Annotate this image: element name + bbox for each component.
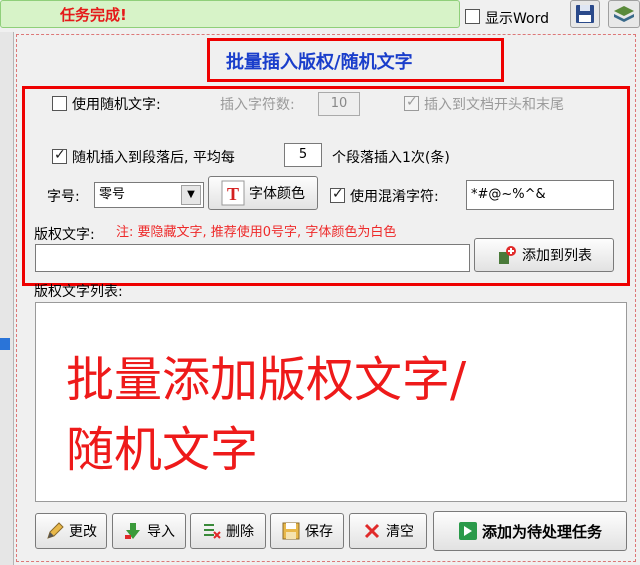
font-size-value: 零号 <box>99 187 126 202</box>
layers-toolbar-button[interactable] <box>608 0 640 28</box>
insert-char-count-input[interactable]: 10 <box>318 92 360 116</box>
left-side-panel <box>0 32 14 565</box>
use-obfuscate-checkbox[interactable] <box>330 186 345 203</box>
close-icon <box>364 523 380 539</box>
import-label: 导入 <box>147 524 175 540</box>
add-icon <box>499 246 516 264</box>
overlay-caption-line2: 随机文字 <box>66 422 259 478</box>
import-icon <box>125 523 140 539</box>
add-to-list-label: 添加到列表 <box>522 248 592 264</box>
save-toolbar-button[interactable] <box>570 0 600 28</box>
show-word-checkbox[interactable] <box>465 9 480 24</box>
copyright-note: 注: 要隐藏文字, 推荐使用0号字, 字体颜色为白色 <box>116 225 397 240</box>
add-task-label: 添加为待处理任务 <box>481 522 602 541</box>
layers-icon <box>614 6 634 22</box>
add-to-list-button[interactable]: 添加到列表 <box>474 238 614 272</box>
modify-label: 更改 <box>69 524 97 540</box>
chevron-down-icon[interactable]: ▼ <box>181 185 201 205</box>
arrow-right-icon <box>458 522 477 540</box>
font-size-label: 字号: <box>47 189 80 205</box>
use-obfuscate-label: 使用混淆字符: <box>350 189 439 205</box>
floppy-disk-icon <box>576 5 594 23</box>
copyright-text-input[interactable] <box>35 244 470 272</box>
overlay-caption-line1: 批量添加版权文字/ <box>66 352 467 408</box>
save-button[interactable]: 保存 <box>270 513 344 549</box>
random-after-paragraph-label: 随机插入到段落后, 平均每 <box>72 150 235 166</box>
insert-head-tail-label: 插入到文档开头和末尾 <box>424 97 564 113</box>
save-label: 保存 <box>305 524 333 540</box>
paragraph-interval-suffix: 个段落插入1次(条) <box>332 150 450 166</box>
clear-button[interactable]: 清空 <box>349 513 427 549</box>
delete-list-icon <box>204 524 221 539</box>
use-random-text-label: 使用随机文字: <box>72 97 161 113</box>
font-color-button[interactable]: T 字体颜色 <box>208 176 318 210</box>
font-color-icon: T <box>221 180 245 206</box>
delete-button[interactable]: 删除 <box>190 513 266 549</box>
obfuscate-input[interactable]: *#@~%^& <box>466 180 614 210</box>
show-word-label: 显示Word <box>485 11 549 27</box>
import-button[interactable]: 导入 <box>112 513 186 549</box>
delete-label: 删除 <box>226 524 254 540</box>
clear-label: 清空 <box>386 524 414 540</box>
svg-text:T: T <box>227 184 239 204</box>
use-random-text-checkbox[interactable] <box>52 96 67 111</box>
left-selection-marker <box>0 338 10 350</box>
font-color-label: 字体颜色 <box>249 186 305 202</box>
status-text: 任务完成! <box>60 6 127 24</box>
pencil-icon <box>47 522 64 539</box>
paragraph-interval-input[interactable]: 5 <box>284 143 322 167</box>
random-after-paragraph-checkbox[interactable] <box>52 147 67 164</box>
add-task-button[interactable]: 添加为待处理任务 <box>433 511 627 551</box>
save-icon <box>282 522 300 540</box>
insert-char-count-label: 插入字符数: <box>220 97 295 113</box>
copyright-list-label: 版权文字列表: <box>34 284 123 300</box>
panel-title: 批量插入版权/随机文字 <box>226 52 413 73</box>
insert-head-tail-checkbox[interactable] <box>404 94 419 111</box>
font-size-select[interactable]: 零号 ▼ <box>94 182 204 208</box>
copyright-label: 版权文字: <box>34 227 95 243</box>
modify-button[interactable]: 更改 <box>35 513 107 549</box>
